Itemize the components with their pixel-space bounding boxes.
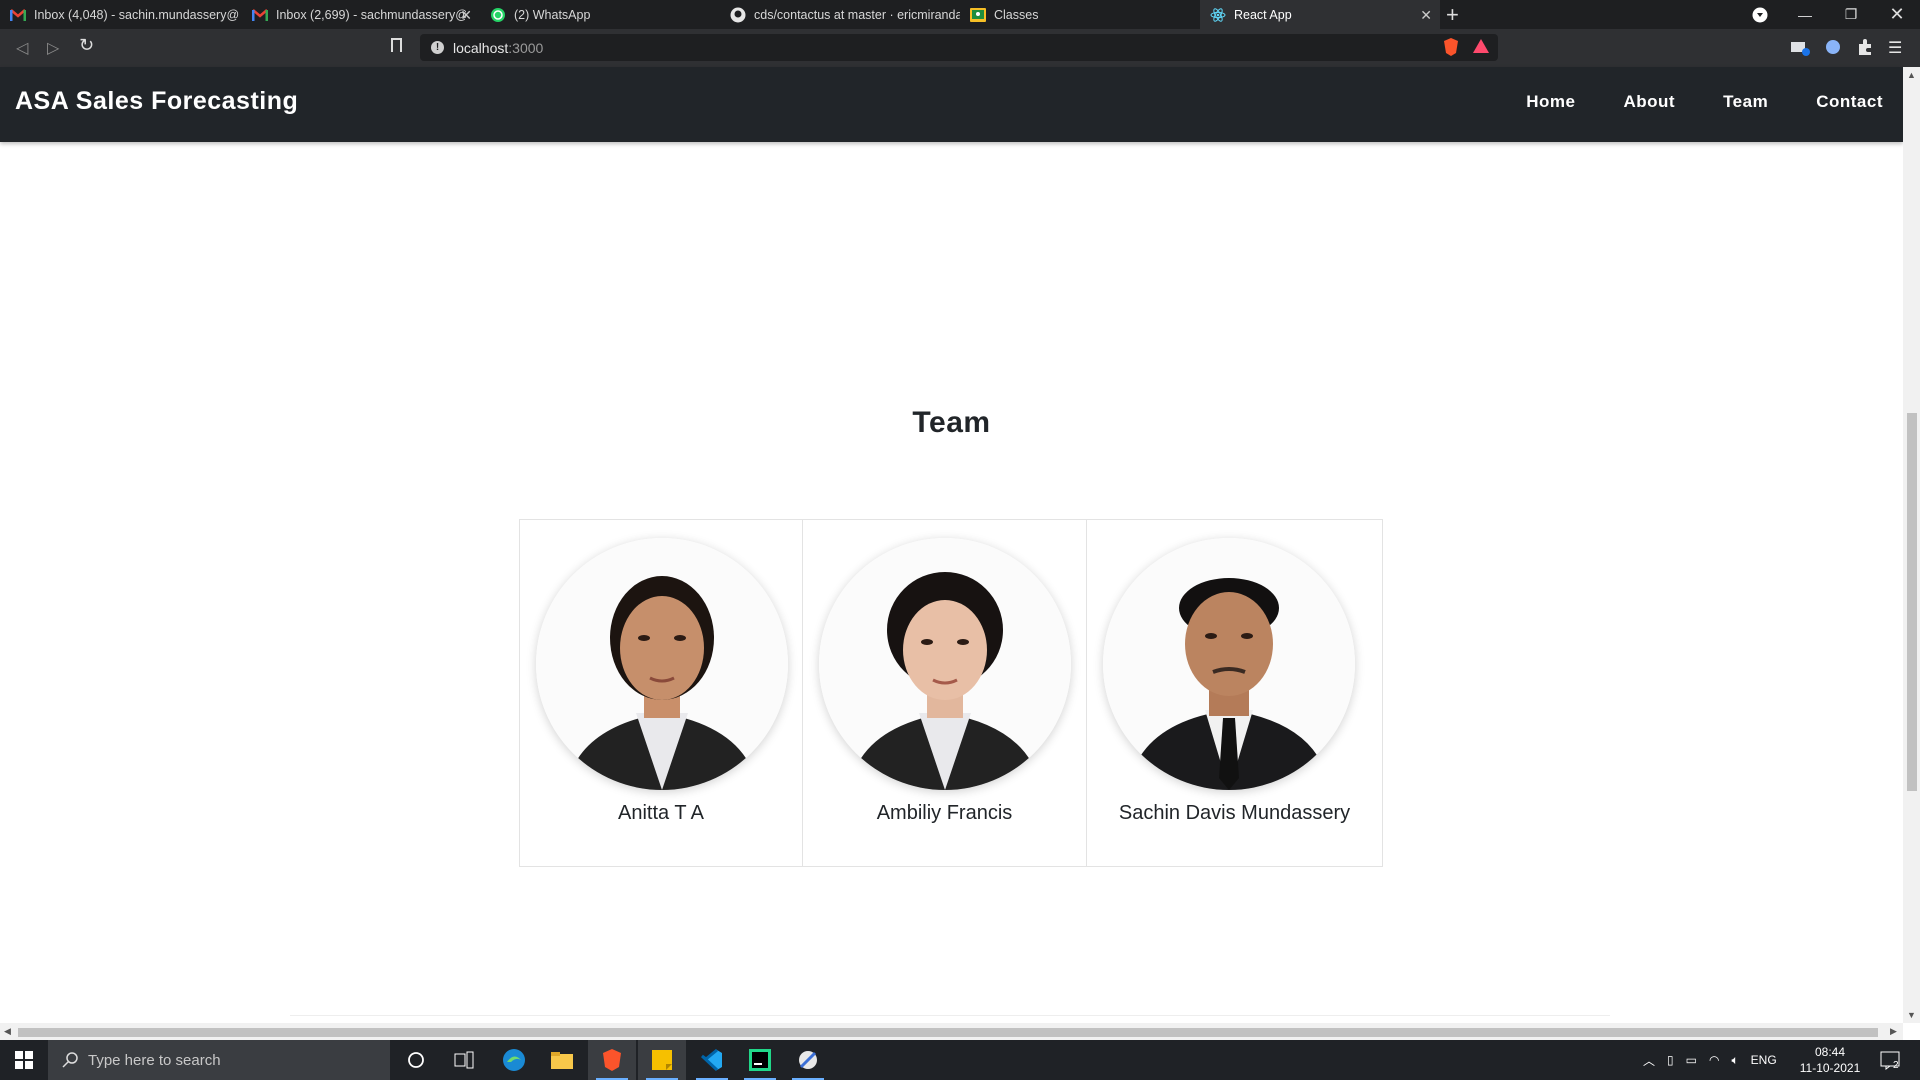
brave-taskbar-icon[interactable] bbox=[588, 1040, 636, 1080]
classroom-icon bbox=[970, 7, 986, 23]
notification-count: 2 bbox=[1893, 1060, 1899, 1071]
tab-react-app[interactable]: React App ✕ bbox=[1200, 0, 1440, 29]
close-tab-icon[interactable]: ✕ bbox=[1420, 7, 1432, 24]
tab-whatsapp[interactable]: (2) WhatsApp bbox=[480, 0, 720, 29]
tab-gmail-1[interactable]: Inbox (4,048) - sachin.mundassery@m bbox=[0, 0, 240, 29]
scroll-down-icon[interactable]: ▼ bbox=[1907, 1010, 1916, 1020]
clock-date: 11-10-2021 bbox=[1799, 1061, 1861, 1075]
scroll-right-icon[interactable]: ▶ bbox=[1890, 1026, 1897, 1037]
address-bar[interactable]: ! localhost:3000 bbox=[420, 34, 1498, 61]
github-icon bbox=[730, 7, 746, 23]
browser-tab-strip: Inbox (4,048) - sachin.mundassery@m Inbo… bbox=[0, 0, 1920, 29]
taskbar-clock[interactable]: 08:44 11-10-2021 bbox=[1790, 1044, 1870, 1076]
bookmark-icon[interactable] bbox=[391, 38, 402, 52]
gmail-icon bbox=[252, 7, 268, 23]
tab-title: Inbox (4,048) - sachin.mundassery@m bbox=[34, 7, 240, 22]
search-placeholder: Type here to search bbox=[88, 1051, 221, 1069]
minimize-icon[interactable]: — bbox=[1782, 0, 1828, 29]
tab-title: Inbox (2,699) - sachmundassery@g bbox=[276, 7, 466, 22]
new-tab-icon[interactable]: + bbox=[1446, 2, 1459, 28]
scrollbar-thumb[interactable] bbox=[1907, 413, 1917, 791]
edge-icon[interactable] bbox=[490, 1040, 538, 1080]
tab-title: cds/contactus at master · ericmiranda7 bbox=[754, 7, 960, 22]
horizontal-scrollbar[interactable]: ◀ ▶ bbox=[0, 1023, 1903, 1040]
url-port: :3000 bbox=[508, 39, 544, 56]
tab-title: Classes bbox=[994, 7, 1039, 22]
react-icon bbox=[1210, 7, 1226, 23]
tab-title: React App bbox=[1234, 7, 1292, 22]
search-icon bbox=[62, 1052, 78, 1068]
scroll-left-icon[interactable]: ◀ bbox=[4, 1026, 11, 1037]
member-photo bbox=[819, 538, 1071, 790]
pycharm-icon[interactable] bbox=[736, 1040, 784, 1080]
team-heading: Team bbox=[912, 406, 991, 439]
menu-icon[interactable]: ☰ bbox=[1888, 38, 1902, 58]
scroll-up-icon[interactable]: ▲ bbox=[1907, 70, 1916, 80]
member-photo bbox=[536, 538, 788, 790]
app-navbar: ASA Sales Forecasting Home About Team Co… bbox=[0, 67, 1903, 142]
brave-rewards-icon[interactable] bbox=[1472, 37, 1490, 55]
nav-about[interactable]: About bbox=[1623, 92, 1675, 112]
tab-title: (2) WhatsApp bbox=[514, 7, 591, 22]
member-name: Ambiliy Francis bbox=[876, 802, 1013, 824]
site-info-icon[interactable]: ! bbox=[431, 41, 444, 54]
file-explorer-icon[interactable] bbox=[538, 1040, 586, 1080]
close-window-icon[interactable]: ✕ bbox=[1874, 0, 1920, 29]
url-host: localhost bbox=[453, 39, 509, 56]
volume-icon[interactable]: 🔈︎ bbox=[1731, 1053, 1738, 1068]
battery-icon[interactable]: ▭ bbox=[1686, 1053, 1697, 1067]
close-tab-icon[interactable]: ✕ bbox=[460, 7, 472, 24]
sticky-notes-icon[interactable] bbox=[638, 1040, 686, 1080]
snipping-tool-icon[interactable] bbox=[784, 1040, 832, 1080]
whatsapp-icon bbox=[490, 7, 506, 23]
clock-time: 08:44 bbox=[1814, 1045, 1846, 1059]
extension-icon[interactable] bbox=[1824, 38, 1842, 56]
team-cards: Anitta T A Ambiliy Francis Sachin Davis … bbox=[519, 519, 1383, 867]
nav-team[interactable]: Team bbox=[1723, 92, 1768, 112]
extension-icon[interactable] bbox=[1790, 38, 1810, 56]
member-name: Sachin Davis Mundassery bbox=[1118, 802, 1351, 824]
nav-contact[interactable]: Contact bbox=[1816, 92, 1883, 112]
system-tray: ︿ ▯ ▭ ◠ 🔈︎ ENG bbox=[1643, 1040, 1777, 1080]
vertical-scrollbar[interactable]: ▲ ▼ bbox=[1903, 67, 1920, 1023]
brave-shields-icon[interactable] bbox=[1442, 37, 1460, 57]
reload-icon[interactable]: ↻ bbox=[79, 35, 94, 56]
show-hidden-icons-icon[interactable]: ︿ bbox=[1643, 1052, 1655, 1069]
member-name: Anitta T A bbox=[618, 802, 704, 824]
scrollbar-thumb[interactable] bbox=[18, 1028, 1878, 1037]
team-card: Ambiliy Francis bbox=[803, 519, 1087, 867]
back-icon[interactable]: ◁ bbox=[16, 38, 28, 58]
notification-center-icon[interactable]: 2 bbox=[1880, 1040, 1902, 1080]
taskbar: Type here to search ︿ ▯ ▭ ◠ 🔈︎ ENG 08:44… bbox=[0, 1040, 1920, 1080]
wifi-icon[interactable]: ◠ bbox=[1709, 1053, 1719, 1067]
section-divider bbox=[290, 1015, 1610, 1016]
task-view-icon[interactable] bbox=[440, 1040, 488, 1080]
taskbar-search-box[interactable]: Type here to search bbox=[48, 1040, 390, 1080]
member-photo bbox=[1103, 538, 1355, 790]
nav-home[interactable]: Home bbox=[1526, 92, 1575, 112]
tab-gmail-2[interactable]: Inbox (2,699) - sachmundassery@g ✕ bbox=[242, 0, 480, 29]
gmail-icon bbox=[10, 7, 26, 23]
nav-links: Home About Team Contact bbox=[1478, 92, 1883, 112]
device-icon[interactable]: ▯ bbox=[1667, 1053, 1674, 1067]
tab-github[interactable]: cds/contactus at master · ericmiranda7 bbox=[720, 0, 960, 29]
restore-icon[interactable]: ❐ bbox=[1828, 0, 1874, 29]
extensions-area: ☰ bbox=[1790, 38, 1902, 58]
browser-toolbar: ◁ ▷ ↻ ! localhost:3000 ☰ bbox=[0, 29, 1920, 67]
windows-start-icon[interactable] bbox=[0, 1040, 48, 1080]
vscode-icon[interactable] bbox=[688, 1040, 736, 1080]
profile-icon[interactable] bbox=[1737, 0, 1783, 29]
brand-title[interactable]: ASA Sales Forecasting bbox=[15, 87, 298, 116]
shield-area bbox=[1442, 37, 1490, 57]
language-indicator[interactable]: ENG bbox=[1751, 1053, 1777, 1067]
team-card: Anitta T A bbox=[519, 519, 803, 867]
tab-classes[interactable]: Classes bbox=[960, 0, 1200, 29]
forward-icon[interactable]: ▷ bbox=[47, 38, 59, 58]
puzzle-icon[interactable] bbox=[1856, 38, 1874, 56]
cortana-icon[interactable] bbox=[392, 1040, 440, 1080]
team-card: Sachin Davis Mundassery bbox=[1087, 519, 1383, 867]
